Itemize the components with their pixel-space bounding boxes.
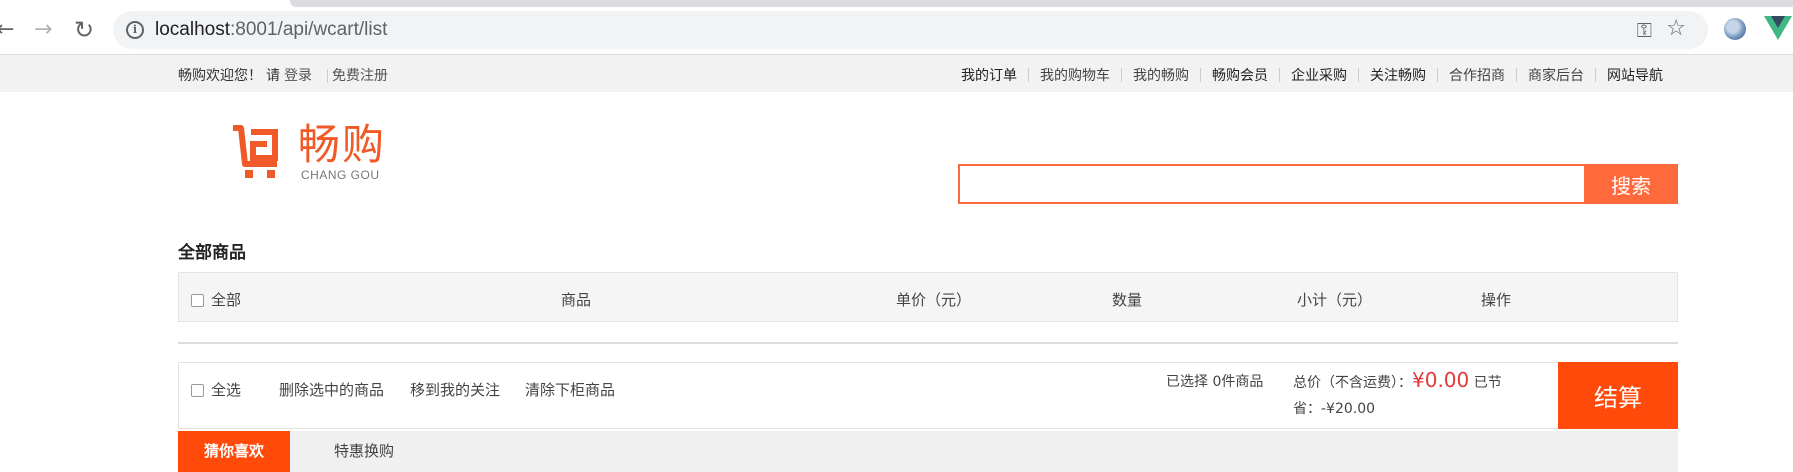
divider xyxy=(1516,68,1517,82)
menu-seller-backend[interactable]: 商家后台 xyxy=(1528,65,1584,85)
clear-offshelf-link[interactable]: 清除下柜商品 xyxy=(525,379,615,400)
logo-subtext: CHANG GOU xyxy=(301,168,380,182)
welcome-area: 畅购欢迎您！请登录 免费注册 xyxy=(178,65,392,85)
divider xyxy=(1437,68,1438,82)
header-select-all[interactable]: 全部 xyxy=(191,289,241,310)
header-subtotal: 小计（元） xyxy=(1297,291,1373,309)
cart-divider xyxy=(178,342,1678,344)
header-unit-price: 单价（元） xyxy=(896,291,972,309)
url-text[interactable]: localhost:8001/api/wcart/list xyxy=(155,19,387,41)
reload-icon[interactable]: ↻ xyxy=(74,16,94,44)
delete-selected-link[interactable]: 删除选中的商品 xyxy=(279,379,384,400)
tab-special-exchange[interactable]: 特惠换购 xyxy=(324,431,404,472)
cart-logo-icon xyxy=(233,125,278,178)
vue-devtools-icon[interactable] xyxy=(1764,16,1792,40)
divider xyxy=(1121,68,1122,82)
total-price: ¥0.00 xyxy=(1412,368,1470,392)
please-text: 请 xyxy=(266,68,280,84)
footer-select-all[interactable]: 全选 xyxy=(191,379,241,400)
menu-enterprise[interactable]: 企业采购 xyxy=(1291,65,1347,85)
header-product: 商品 xyxy=(561,291,592,309)
register-link[interactable]: 免费注册 xyxy=(332,68,388,84)
checkbox[interactable] xyxy=(191,294,204,307)
extension-icon[interactable] xyxy=(1724,18,1746,40)
divider xyxy=(1028,68,1029,82)
address-bar[interactable]: i localhost:8001/api/wcart/list ⚿ ☆ xyxy=(113,11,1708,49)
menu-site-nav[interactable]: 网站导航 xyxy=(1607,65,1663,85)
top-menu: 我的订单 我的购物车 我的畅购 畅购会员 企业采购 关注畅购 合作招商 商家后台… xyxy=(961,65,1663,85)
divider xyxy=(1358,68,1359,82)
menu-partners[interactable]: 合作招商 xyxy=(1449,65,1505,85)
site-logo[interactable]: 畅购 CHANG GOU xyxy=(231,120,391,186)
back-icon[interactable]: ← xyxy=(0,16,14,44)
tab-strip xyxy=(290,0,1793,7)
saved-prefix: 已节 xyxy=(1473,375,1502,391)
menu-my-changgou[interactable]: 我的畅购 xyxy=(1133,65,1189,85)
login-link[interactable]: 登录 xyxy=(284,68,312,84)
saved-amount: 省：-¥20.00 xyxy=(1293,401,1376,417)
menu-my-cart[interactable]: 我的购物车 xyxy=(1040,65,1110,85)
browser-chrome: ← → ↻ i localhost:8001/api/wcart/list ⚿ … xyxy=(0,0,1793,54)
divider xyxy=(327,69,328,83)
header-quantity: 数量 xyxy=(1112,291,1143,309)
url-path: :8001/api/wcart/list xyxy=(230,19,388,40)
site-info-icon[interactable]: i xyxy=(126,21,144,39)
section-title: 全部商品 xyxy=(178,243,246,263)
search-button[interactable]: 搜索 xyxy=(1584,164,1678,204)
forward-icon[interactable]: → xyxy=(34,16,52,44)
checkbox[interactable] xyxy=(191,384,204,397)
menu-my-orders[interactable]: 我的订单 xyxy=(961,65,1017,85)
welcome-text: 畅购欢迎您！ xyxy=(178,68,262,84)
divider xyxy=(1595,68,1596,82)
checkout-button[interactable]: 结算 xyxy=(1558,362,1678,429)
search-input[interactable] xyxy=(960,166,1584,202)
logo-text: 畅购 xyxy=(298,120,387,169)
url-host: localhost xyxy=(155,19,230,40)
header-action: 操作 xyxy=(1481,291,1512,309)
key-icon[interactable]: ⚿ xyxy=(1637,18,1652,42)
header-all-label: 全部 xyxy=(211,291,242,309)
selected-count: 已选择 0件商品 xyxy=(1166,374,1264,390)
select-all-label: 全选 xyxy=(211,381,242,399)
cart-table-header: 全部 商品 单价（元） 数量 小计（元） 操作 xyxy=(178,272,1678,322)
total-summary: 总价（不含运费）：¥0.00 已节 省：-¥20.00 xyxy=(1293,367,1533,422)
recommend-tabs: 猜你喜欢 特惠换购 xyxy=(178,431,1678,472)
divider xyxy=(1279,68,1280,82)
menu-membership[interactable]: 畅购会员 xyxy=(1212,65,1268,85)
move-to-follow-link[interactable]: 移到我的关注 xyxy=(410,379,500,400)
total-label: 总价（不含运费）： xyxy=(1293,375,1412,391)
top-nav-bar: 畅购欢迎您！请登录 免费注册 我的订单 我的购物车 我的畅购 畅购会员 企业采购 … xyxy=(0,54,1793,92)
menu-follow[interactable]: 关注畅购 xyxy=(1370,65,1426,85)
bookmark-star-icon[interactable]: ☆ xyxy=(1666,16,1686,41)
search-box: 搜索 xyxy=(958,164,1678,204)
tab-guess-you-like[interactable]: 猜你喜欢 xyxy=(178,431,290,472)
cart-summary-bar: 全选 删除选中的商品 移到我的关注 清除下柜商品 已选择 0件商品 总价（不含运… xyxy=(178,362,1678,429)
divider xyxy=(1200,68,1201,82)
